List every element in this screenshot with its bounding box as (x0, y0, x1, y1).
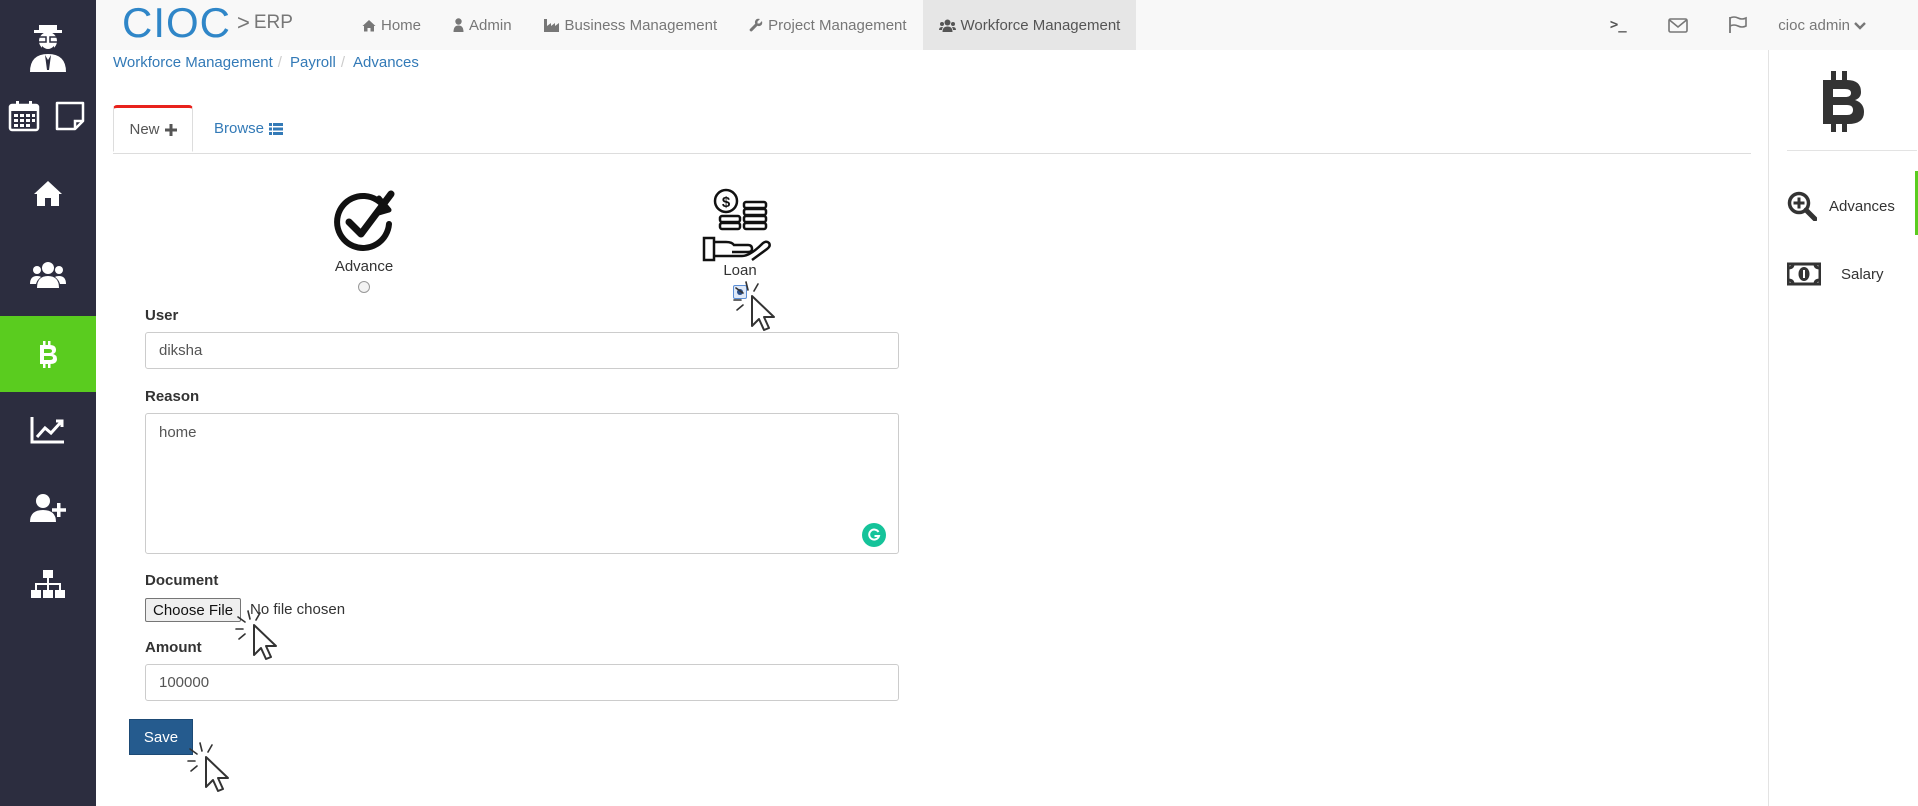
plus-icon (164, 123, 177, 136)
brand-separator: > (237, 10, 250, 35)
tab-new[interactable]: New (113, 105, 193, 152)
user-input[interactable] (145, 332, 899, 369)
industry-icon (543, 19, 559, 32)
home-icon (34, 181, 62, 206)
terminal-button[interactable]: >_ (1588, 3, 1648, 47)
amount-label: Amount (145, 639, 202, 656)
choose-file-button[interactable]: Choose File (145, 598, 242, 622)
brand-subtitle: ERP (253, 12, 293, 33)
right-panel-divider (1787, 150, 1917, 151)
flag-icon (1729, 16, 1748, 33)
brand[interactable]: CIOC > ERP (122, 0, 293, 46)
sidebar-item-users[interactable] (0, 236, 96, 312)
right-panel-item-advances[interactable]: Advances (1787, 182, 1918, 230)
click-cursor-icon (733, 281, 775, 331)
option-advance[interactable]: Advance (324, 188, 404, 293)
tab-bar: New Browse (113, 105, 1751, 154)
messages-button[interactable] (1648, 3, 1708, 47)
sidebar-item-reports[interactable] (0, 392, 96, 468)
breadcrumb-payroll[interactable]: Payroll (290, 54, 336, 71)
bitcoin-icon (40, 341, 57, 368)
sticky-note-icon[interactable] (54, 100, 86, 132)
nav-item-admin[interactable]: Admin (437, 0, 528, 50)
search-plus-icon (1787, 191, 1817, 221)
user-menu[interactable]: cioc admin (1768, 17, 1918, 34)
right-panel-item-label: Salary (1841, 265, 1884, 283)
nav-item-label: Admin (469, 16, 512, 34)
terminal-icon: >_ (1609, 17, 1627, 33)
envelope-icon (1668, 17, 1689, 33)
calendar-icon[interactable] (8, 100, 40, 132)
user-menu-label: cioc admin (1778, 16, 1850, 34)
tab-browse[interactable]: Browse (214, 105, 284, 152)
amount-input[interactable] (145, 664, 899, 701)
user-label: User (145, 307, 179, 324)
breadcrumb: Workforce Management / Payroll / Advance… (113, 54, 419, 71)
nav-item-business-management[interactable]: Business Management (528, 0, 734, 50)
breadcrumb-separator: / (277, 54, 282, 71)
sidebar-item-org-chart[interactable] (0, 546, 96, 622)
nav-item-label: Project Management (768, 16, 907, 34)
document-label: Document (145, 572, 219, 589)
bitcoin-icon (1823, 71, 1864, 132)
users-icon (938, 19, 956, 32)
sitemap-icon (31, 570, 65, 598)
loan-hand-coins-icon: $ (702, 188, 771, 262)
advance-radio[interactable] (358, 281, 370, 293)
right-panel-item-salary[interactable]: Salary (1787, 250, 1918, 298)
line-chart-icon (30, 417, 64, 444)
save-button[interactable]: Save (129, 719, 193, 755)
breadcrumb-advances[interactable]: Advances (353, 54, 419, 71)
nav-item-project-management[interactable]: Project Management (733, 0, 922, 50)
user-plus-icon (30, 494, 66, 522)
main-nav: Home Admin Business Management Project M… (346, 0, 1137, 50)
grammarly-g-glyph (868, 528, 881, 541)
right-panel-item-label: Advances (1829, 197, 1895, 215)
tab-new-label: New (129, 121, 160, 138)
grammarly-icon[interactable] (862, 523, 886, 547)
right-panel: Advances Salary (1768, 50, 1918, 806)
tab-browse-label: Browse (214, 120, 265, 137)
nav-item-home[interactable]: Home (346, 0, 437, 50)
user-icon (453, 18, 464, 32)
user-avatar-icon[interactable] (26, 22, 70, 72)
sidebar-item-home[interactable] (0, 155, 96, 231)
svg-text:$: $ (722, 194, 731, 211)
option-loan-label: Loan (723, 262, 757, 279)
option-advance-label: Advance (334, 258, 394, 275)
home-icon (362, 19, 376, 31)
chevron-down-icon (1854, 21, 1866, 30)
click-cursor-icon (235, 610, 277, 660)
refresh-check-icon (334, 190, 395, 251)
reason-label: Reason (145, 388, 200, 405)
nav-right: >_ cioc admin (1588, 0, 1918, 50)
nav-item-label: Business Management (564, 16, 718, 34)
brand-logo: CIOC (122, 0, 231, 46)
reason-textarea[interactable]: home (145, 413, 899, 554)
notifications-button[interactable] (1708, 3, 1768, 47)
nav-item-label: Workforce Management (960, 16, 1121, 34)
nav-item-label: Home (381, 16, 422, 34)
left-sidebar (0, 0, 96, 806)
click-cursor-icon (187, 742, 229, 792)
breadcrumb-separator: / (340, 54, 345, 71)
sidebar-item-payroll[interactable] (0, 316, 96, 392)
sidebar-item-add-user[interactable] (0, 470, 96, 546)
wrench-icon (749, 18, 763, 32)
money-icon (1787, 262, 1821, 286)
top-navbar: CIOC > ERP Home Admin Business Managemen… (96, 0, 1918, 50)
breadcrumb-workforce-management[interactable]: Workforce Management (113, 54, 273, 71)
users-icon (30, 262, 66, 288)
nav-item-workforce-management[interactable]: Workforce Management (922, 0, 1137, 50)
list-icon (269, 122, 284, 135)
